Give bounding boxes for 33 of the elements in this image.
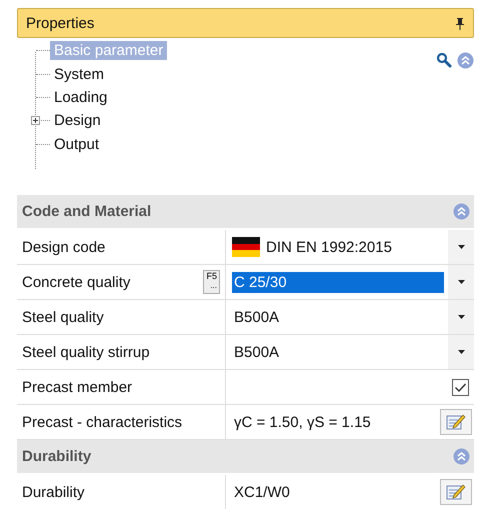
edit-button[interactable] [440,409,472,435]
edit-icon [446,483,466,501]
search-icon[interactable] [436,52,452,68]
property-label: Precast member [22,378,132,396]
expand-toggle[interactable] [31,116,40,126]
collapse-icon[interactable] [453,448,470,465]
dropdown-value[interactable]: B500A [232,306,444,328]
property-label: Steel quality stirrup [22,344,150,360]
tree-item[interactable]: Loading [50,88,112,108]
collapse-icon[interactable] [457,52,474,69]
panel-title: Properties [26,14,94,32]
section-title: Code and Material [22,203,152,220]
collapse-icon[interactable] [453,203,470,220]
shortcut-button[interactable]: F5 ... [203,270,220,294]
edit-button[interactable] [440,479,472,505]
property-value: XC1/W0 [233,482,291,502]
flag-icon [232,237,260,257]
tree-item[interactable]: Design [50,111,105,130]
property-value: γC = 1.50, γS = 1.15 [233,412,372,432]
dropdown-value[interactable]: DIN EN 1992:2015 [264,236,444,258]
tree-item[interactable]: Output [50,134,104,154]
dropdown-value[interactable]: C 25/30 [232,272,444,292]
property-label: Durability [22,484,85,500]
property-label: Design code [22,238,106,256]
dropdown-value[interactable]: B500A [232,342,444,362]
pin-icon[interactable] [455,16,465,30]
property-label: Concrete quality [22,274,130,290]
checkbox[interactable] [452,378,469,396]
section-title: Durability [22,448,92,465]
property-label: Steel quality [22,308,104,326]
edit-icon [446,413,466,431]
property-label: Precast - characteristics [22,414,182,430]
tree-item[interactable]: System [50,64,108,84]
